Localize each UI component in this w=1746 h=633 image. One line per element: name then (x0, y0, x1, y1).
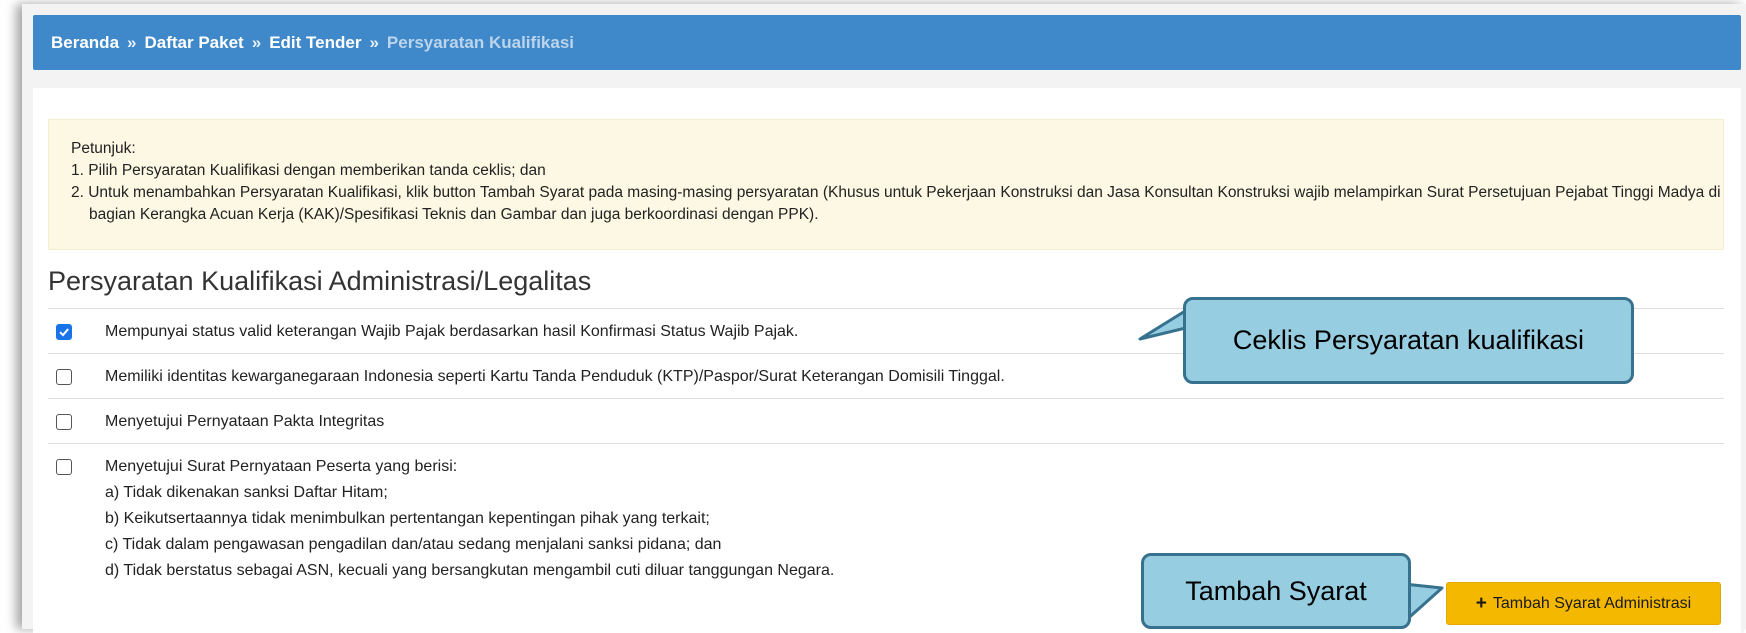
breadcrumb: Beranda » Daftar Paket » Edit Tender » P… (33, 15, 1741, 70)
requirement-label: Memiliki identitas kewarganegaraan Indon… (105, 368, 1005, 385)
breadcrumb-edit-tender[interactable]: Edit Tender (269, 33, 361, 53)
plus-icon: + (1475, 592, 1487, 614)
requirement-checkbox[interactable] (56, 369, 72, 385)
notice-line-2: 2. Untuk menambahkan Persyaratan Kualifi… (71, 184, 1721, 223)
requirement-checkbox-checked[interactable] (56, 324, 72, 340)
notice-line-1: 1. Pilih Persyaratan Kualifikasi dengan … (71, 162, 546, 179)
instruction-notice: Petunjuk: 1. Pilih Persyaratan Kualifika… (48, 119, 1724, 250)
callout-add: Tambah Syarat (1141, 553, 1411, 629)
requirement-subitem: c) Tidak dalam pengawasan pengadilan dan… (105, 536, 722, 553)
callout-checklist: Ceklis Persyaratan kualifikasi (1183, 297, 1634, 384)
requirement-checkbox[interactable] (56, 459, 72, 475)
requirement-subitem: d) Tidak berstatus sebagai ASN, kecuali … (105, 562, 835, 579)
requirement-label: Mempunyai status valid keterangan Wajib … (105, 323, 799, 340)
requirement-checkbox[interactable] (56, 414, 72, 430)
breadcrumb-separator: » (251, 32, 262, 52)
notice-title: Petunjuk: (71, 140, 136, 157)
breadcrumb-home[interactable]: Beranda (51, 33, 119, 53)
requirement-label: Menyetujui Surat Pernyataan Peserta yang… (105, 458, 458, 475)
add-button-label: Tambah Syarat Administrasi (1492, 594, 1692, 612)
breadcrumb-current: Persyaratan Kualifikasi (386, 32, 575, 52)
requirement-text-block: Menyetujui Surat Pernyataan Peserta yang… (105, 454, 834, 584)
requirement-subitem: a) Tidak dikenakan sanksi Daftar Hitam; (105, 484, 388, 501)
breadcrumb-package-list[interactable]: Daftar Paket (145, 33, 244, 53)
requirement-row: Menyetujui Pernyataan Pakta Integritas (48, 398, 1724, 443)
add-administrative-requirement-button[interactable]: + Tambah Syarat Administrasi (1446, 582, 1721, 625)
requirement-row: Menyetujui Surat Pernyataan Peserta yang… (48, 443, 1724, 592)
requirement-label: Menyetujui Pernyataan Pakta Integritas (105, 413, 385, 430)
breadcrumb-separator: » (369, 32, 379, 52)
check-icon (59, 328, 69, 337)
breadcrumb-separator: » (127, 32, 137, 52)
requirement-subitem: b) Keikutsertaannya tidak menimbulkan pe… (105, 510, 710, 527)
section-title: Persyaratan Kualifikasi Administrasi/Leg… (48, 266, 592, 296)
